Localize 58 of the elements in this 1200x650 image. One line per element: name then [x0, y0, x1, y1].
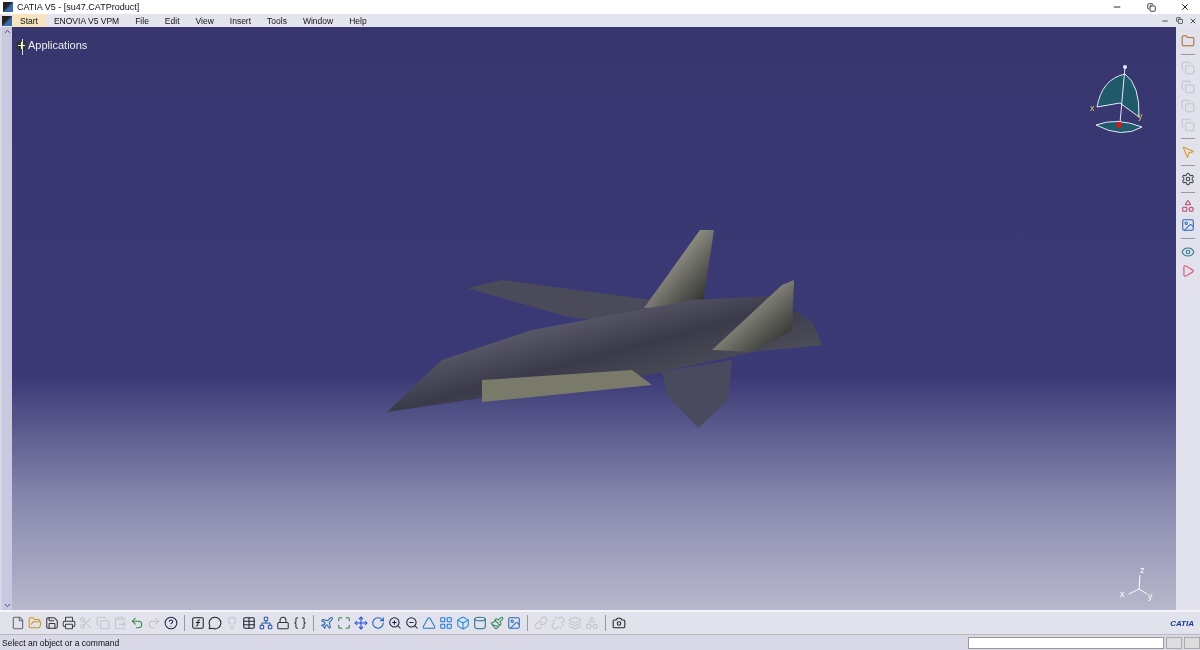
speech-bubble-button[interactable]	[207, 615, 223, 631]
menu-item[interactable]: ENOVIA V5 VPM	[45, 14, 128, 27]
window-title: CATIA V5 - [su47.CATProduct]	[17, 2, 141, 12]
play-button[interactable]	[1180, 263, 1196, 279]
lock-button[interactable]	[275, 615, 291, 631]
table-button[interactable]	[241, 615, 257, 631]
command-field[interactable]	[968, 636, 1164, 649]
menu-item[interactable]: Insert	[221, 14, 260, 27]
image-button[interactable]	[506, 615, 522, 631]
plane-button[interactable]	[319, 615, 335, 631]
axis-label: y	[1138, 111, 1143, 121]
settings-button[interactable]	[1180, 171, 1196, 187]
menu-item[interactable]: Window	[294, 14, 342, 27]
save-button[interactable]	[44, 615, 60, 631]
expand-icon[interactable]	[16, 39, 27, 51]
fit-all-button[interactable]	[336, 615, 352, 631]
scroll-up-icon[interactable]	[2, 27, 12, 36]
menu-item[interactable]: Start	[12, 14, 46, 27]
formula-button[interactable]	[190, 615, 206, 631]
cursor-button[interactable]	[1180, 144, 1196, 160]
menu-item[interactable]: Tools	[259, 14, 295, 27]
close-icon	[1189, 16, 1197, 25]
3d-viewport[interactable]: Applications x y z x y	[12, 27, 1176, 610]
menu-item[interactable]: File	[127, 14, 157, 27]
printer-button[interactable]	[61, 615, 77, 631]
zoom-out-button[interactable]	[404, 615, 420, 631]
catia-logo: CATIA	[1170, 618, 1194, 628]
menu-item[interactable]: View	[187, 14, 222, 27]
rotate-button[interactable]	[370, 615, 386, 631]
pan-button[interactable]	[353, 615, 369, 631]
cube-button[interactable]	[455, 615, 471, 631]
status-message: Select an object or a command	[2, 637, 121, 648]
zoom-in-button[interactable]	[387, 615, 403, 631]
scroll-down-icon[interactable]	[2, 601, 12, 610]
axis-label: x	[1090, 103, 1095, 113]
braces-button[interactable]	[292, 615, 308, 631]
restore-icon	[1146, 2, 1156, 12]
eye-button[interactable]	[1180, 244, 1196, 260]
image-button[interactable]	[1180, 217, 1196, 233]
document-icon	[2, 15, 12, 26]
multi-view-button[interactable]	[438, 615, 454, 631]
menu-item[interactable]: Edit	[156, 14, 188, 27]
shading-button[interactable]	[489, 615, 505, 631]
help-button[interactable]	[163, 615, 179, 631]
restore-icon	[1175, 17, 1183, 24]
axis-triad-drawing: z x y	[1120, 565, 1153, 601]
close-icon	[1180, 2, 1190, 12]
menu-item[interactable]: Help	[341, 14, 375, 27]
new-file-button[interactable]	[10, 615, 26, 631]
cylinder-button[interactable]	[472, 615, 488, 631]
shapes-button[interactable]	[1180, 198, 1196, 214]
app-icon	[3, 2, 13, 12]
undo-button[interactable]	[129, 615, 145, 631]
scrollbar[interactable]	[2, 27, 12, 610]
tree-button[interactable]	[258, 615, 274, 631]
folder-button[interactable]	[1180, 33, 1196, 49]
tree-item[interactable]: Applications	[28, 39, 88, 51]
camera-button[interactable]	[611, 615, 627, 631]
